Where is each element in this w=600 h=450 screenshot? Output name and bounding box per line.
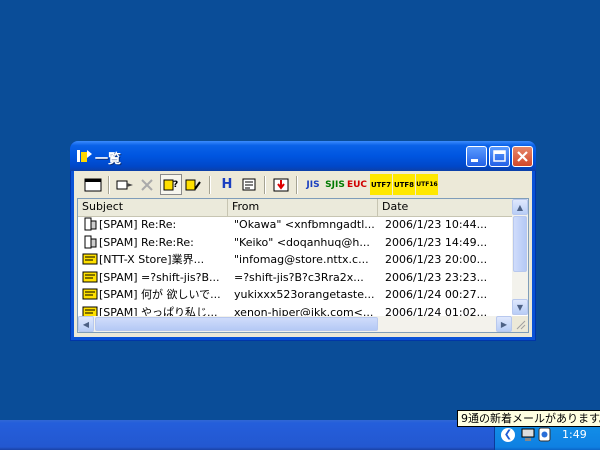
vertical-scrollbar[interactable]: ▲ ▼ — [512, 199, 528, 315]
table-row[interactable]: [SPAM] Re:Re:Re: "Keiko" <doqanhuq@h... … — [78, 234, 512, 252]
window-title: 一覧 — [95, 152, 122, 167]
row-date: 2006/1/23 23:23... — [385, 270, 488, 284]
scroll-right-button[interactable]: ▶ — [496, 316, 512, 332]
row-date: 2006/1/24 00:27... — [385, 288, 488, 301]
row-subject: [NTT-X Store]業界... — [99, 253, 205, 266]
scroll-down-button[interactable]: ▼ — [512, 299, 528, 315]
table-row[interactable]: [SPAM] =?shift-jis?B... =?shift-jis?B?c3… — [78, 269, 512, 287]
maximize-icon — [493, 150, 506, 162]
toolbar-help-user-button[interactable]: ? — [160, 174, 182, 195]
row-from: "infomag@store.nttx.c... — [234, 253, 369, 266]
toolbar-delete-button[interactable] — [136, 174, 158, 195]
toolbar-jis-button[interactable]: JIS — [302, 174, 324, 195]
mail-notify-icon[interactable] — [538, 427, 551, 442]
toolbar-separator — [264, 176, 266, 194]
row-subject: [SPAM] Re:Re: — [99, 218, 177, 231]
toolbar-utf7-button[interactable]: UTF7 — [370, 174, 392, 195]
tray-expand-icon[interactable]: ❮ — [501, 428, 515, 442]
table-row[interactable]: [SPAM] 何が 欲しいで... yukixxx523orangetaste.… — [78, 286, 512, 304]
row-subject: [SPAM] =?shift-jis?B... — [99, 270, 220, 284]
toolbar-utf16-button[interactable]: UTF16 — [416, 174, 438, 195]
minimize-button[interactable] — [466, 146, 487, 167]
toolbar-euc-button[interactable]: EUC — [346, 174, 368, 195]
toolbar-user-edit-button[interactable] — [182, 174, 204, 195]
phone-icon — [82, 216, 98, 233]
scroll-up-button[interactable]: ▲ — [512, 199, 528, 215]
row-date: 2006/1/23 14:49... — [385, 235, 488, 249]
download-icon — [273, 178, 289, 191]
help-user-icon: ? — [163, 179, 178, 190]
row-subject: [SPAM] 何が 欲しいで... — [99, 288, 221, 301]
window-icon — [84, 178, 102, 191]
maximize-button[interactable] — [489, 146, 510, 167]
window-client: ? H JIS SJIS EUC UTF7 UTF8 UTF16 Subject… — [74, 171, 532, 337]
column-header-from[interactable]: From — [228, 199, 378, 216]
row-from: yukixxx523orangetaste... — [234, 288, 374, 301]
view-text-icon — [242, 178, 256, 191]
row-date: 2006/1/23 20:00... — [385, 253, 488, 266]
mail-list-window: 一覧 ? H JIS SJIS EUC UTF7 UTF8 UTF16 Subj… — [70, 141, 536, 341]
row-subject: [SPAM] Re:Re:Re: — [99, 235, 194, 249]
row-from: "Okawa" <xnfbmngadtl... — [234, 218, 374, 231]
reply-icon — [116, 180, 133, 189]
toolbar-view-text-button[interactable] — [238, 174, 260, 195]
app-icon — [77, 150, 92, 162]
svg-text:?: ? — [173, 180, 178, 190]
resize-grip-icon — [516, 320, 526, 330]
row-from: =?shift-jis?B?c3Rra2x... — [234, 270, 364, 284]
mail-icon — [82, 269, 98, 286]
column-header-date[interactable]: Date — [378, 199, 512, 216]
toolbar-utf8-button[interactable]: UTF8 — [393, 174, 415, 195]
user-edit-icon — [185, 179, 201, 190]
list-rows: [SPAM] Re:Re: "Okawa" <xnfbmngadtl... 20… — [78, 216, 512, 321]
toolbar-separator — [296, 176, 298, 194]
resize-grip[interactable] — [512, 316, 528, 332]
clock[interactable]: 1:49 — [562, 428, 587, 441]
toolbar-sjis-button[interactable]: SJIS — [324, 174, 346, 195]
toolbar-header-button[interactable]: H — [216, 174, 238, 195]
title-bar[interactable]: 一覧 — [70, 141, 536, 171]
mail-icon — [82, 286, 98, 303]
table-row[interactable]: [SPAM] Re:Re: "Okawa" <xnfbmngadtl... 20… — [78, 216, 512, 234]
close-button[interactable] — [512, 146, 533, 167]
mail-icon — [82, 251, 98, 268]
phone-icon — [82, 234, 98, 251]
notification-balloon[interactable]: 9通の新着メールがあります。 — [457, 410, 600, 427]
network-icon[interactable] — [521, 427, 537, 442]
vertical-scroll-thumb[interactable] — [513, 216, 527, 272]
column-header-subject[interactable]: Subject — [78, 199, 228, 216]
toolbar-window-button[interactable] — [82, 174, 104, 195]
row-from: "Keiko" <doqanhuq@h... — [234, 235, 370, 249]
horizontal-scrollbar[interactable]: ◀ ▶ — [78, 316, 512, 332]
toolbar-separator — [209, 176, 211, 194]
toolbar: ? H JIS SJIS EUC UTF7 UTF8 UTF16 — [78, 173, 524, 197]
toolbar-reply-button[interactable] — [114, 174, 136, 195]
minimize-icon — [471, 159, 478, 162]
mail-list[interactable]: Subject From Date [SPAM] Re:Re: "Okawa" … — [77, 198, 529, 333]
delete-icon — [141, 178, 153, 191]
scroll-left-button[interactable]: ◀ — [78, 316, 94, 332]
table-row[interactable]: [NTT-X Store]業界... "infomag@store.nttx.c… — [78, 251, 512, 269]
close-icon — [517, 151, 528, 162]
row-date: 2006/1/23 10:44... — [385, 218, 488, 231]
toolbar-download-button[interactable] — [270, 174, 292, 195]
horizontal-scroll-thumb[interactable] — [95, 317, 378, 331]
list-header: Subject From Date — [78, 199, 512, 217]
toolbar-separator — [108, 176, 110, 194]
